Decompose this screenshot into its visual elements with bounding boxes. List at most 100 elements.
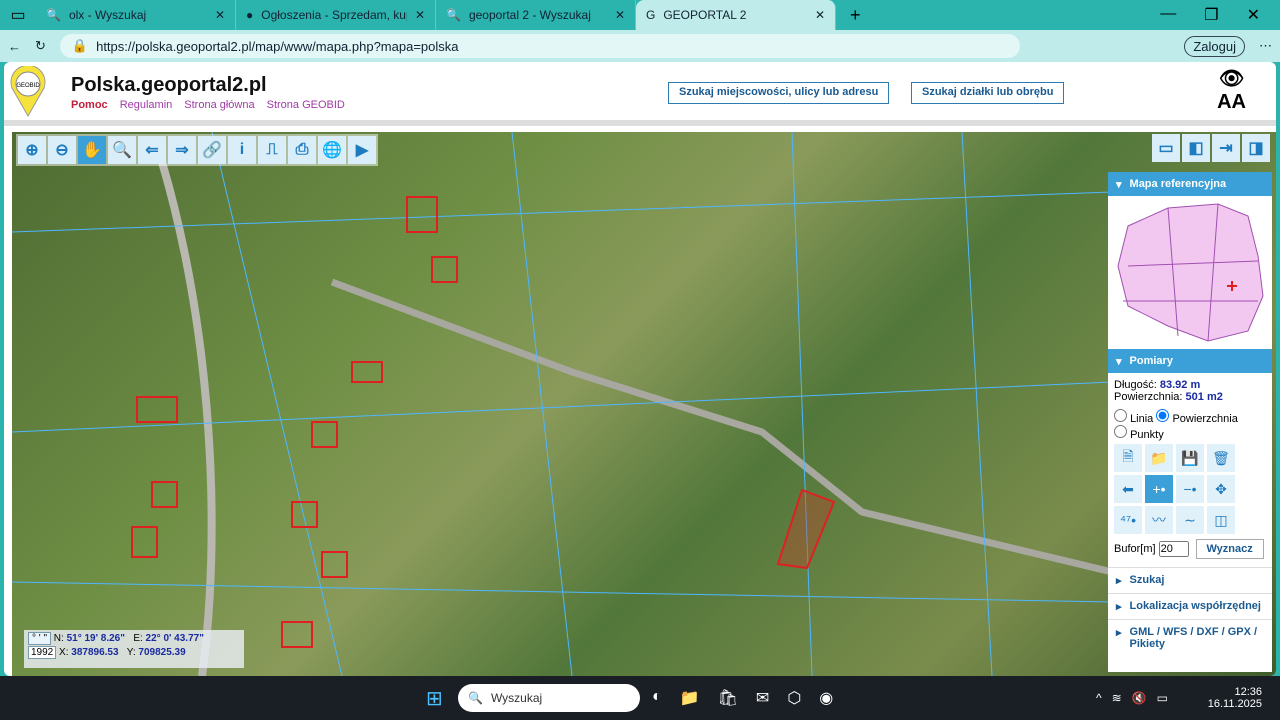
save-icon[interactable]: 💾 <box>1176 444 1204 472</box>
reload-icon[interactable]: ↻ <box>35 38 46 54</box>
buffer-label: Bufor[m] <box>1114 543 1156 555</box>
font-size-button[interactable]: AA <box>1217 91 1246 114</box>
zoom-out-icon[interactable]: ⊖ <box>48 136 76 164</box>
layout-export-icon[interactable]: ⇥ <box>1212 134 1240 162</box>
layout-left-icon[interactable]: ◧ <box>1182 134 1210 162</box>
store-icon[interactable]: 🛍 <box>718 688 738 708</box>
layout-full-icon[interactable]: ▭ <box>1152 134 1180 162</box>
layout-right-icon[interactable]: ◨ <box>1242 134 1270 162</box>
new-tab-icon[interactable]: + <box>850 5 861 26</box>
eye-icon[interactable]: 👁 <box>1217 66 1246 91</box>
system-button[interactable]: 1992 <box>28 646 57 659</box>
layout-toolbar: ▭ ◧ ⇥ ◨ <box>1152 134 1270 162</box>
tab-actions-icon[interactable]: ▭ <box>0 5 36 25</box>
section-gml[interactable]: ▸ GML / WFS / DXF / GPX / Pikiety <box>1108 619 1272 656</box>
tab-ogloszenia[interactable]: ● Ogłoszenia - Sprzedam, kupię na ✕ <box>236 0 436 30</box>
forward-arrow-icon[interactable]: ⇒ <box>168 136 196 164</box>
back-arrow-icon[interactable]: ⇐ <box>138 136 166 164</box>
browser-icon[interactable]: ◉ <box>819 688 833 708</box>
ref-map-header[interactable]: ▾ Mapa referencyjna <box>1108 172 1272 196</box>
pomiary-header[interactable]: ▾ Pomiary <box>1108 349 1272 373</box>
add-point-icon[interactable]: +• <box>1145 475 1173 503</box>
video-icon[interactable]: ▶ <box>348 136 376 164</box>
remove-point-icon[interactable]: −• <box>1176 475 1204 503</box>
section-lokalizacja[interactable]: ▸ Lokalizacja współrzędnej <box>1108 593 1272 619</box>
area-row: Powierzchnia: 501 m2 <box>1108 391 1272 403</box>
maximize-icon[interactable]: ❐ <box>1204 5 1218 25</box>
olx-icon: ● <box>246 8 254 22</box>
polyline-icon[interactable]: 〰 <box>1145 506 1173 534</box>
radio-powierzchnia[interactable]: Powierzchnia <box>1156 409 1238 425</box>
link-pomoc[interactable]: Pomoc <box>71 99 108 111</box>
buffer-input[interactable] <box>1158 541 1189 557</box>
new-file-icon[interactable]: 🗎 <box>1114 444 1142 472</box>
login-button[interactable]: Zaloguj <box>1184 35 1245 57</box>
tab-title: olx - Wyszukaj <box>68 8 147 22</box>
reference-map[interactable] <box>1108 196 1272 346</box>
e-value: 22° 0' 43.77" <box>145 633 204 644</box>
link-regulamin[interactable]: Regulamin <box>120 99 173 111</box>
caret-right-icon: ▸ <box>1116 627 1122 639</box>
zoom-in-icon[interactable]: ⊕ <box>18 136 46 164</box>
caret-right-icon: ▸ <box>1116 575 1122 587</box>
taskbar-search[interactable]: 🔍 Wyszukaj <box>458 684 640 712</box>
print-icon[interactable]: ⎙ <box>288 136 316 164</box>
header-links: Pomoc Regulamin Strona główna Strona GEO… <box>71 99 345 111</box>
search-parcel-button[interactable]: Szukaj działki lub obrębu <box>911 82 1065 104</box>
back-icon[interactable]: ← <box>8 39 21 54</box>
chevron-up-icon[interactable]: ^ <box>1096 691 1102 705</box>
info-icon[interactable]: i <box>228 136 256 164</box>
move-point-icon[interactable]: ✥ <box>1207 475 1235 503</box>
length-value: 83.92 m <box>1159 379 1201 391</box>
wifi-icon[interactable]: ≋ <box>1112 691 1122 705</box>
folder-icon[interactable]: 📁 <box>680 688 700 708</box>
link-icon[interactable]: 🔗 <box>198 136 226 164</box>
pomiary-title: Pomiary <box>1129 355 1173 367</box>
section-szukaj[interactable]: ▸ Szukaj <box>1108 567 1272 593</box>
trash-icon[interactable]: 🗑 <box>1207 444 1235 472</box>
globe-icon[interactable]: 🌐 <box>318 136 346 164</box>
close-icon[interactable]: ✕ <box>215 8 225 22</box>
radio-linia[interactable]: Linia <box>1114 409 1153 425</box>
close-icon[interactable]: ✕ <box>615 8 625 22</box>
format-button[interactable]: ° ' " <box>28 632 52 645</box>
clock[interactable]: 12:36 16.11.2025 <box>1208 686 1262 710</box>
close-icon[interactable]: ✕ <box>815 8 825 22</box>
map-view[interactable]: ⊕ ⊖ ✋ 🔍 ⇐ ⇒ 🔗 i ⎍ ⎙ 🌐 ▶ ▭ ◧ ⇥ ◨ ▾ Mapa referencyjna ▾ Po… <box>12 132 1276 676</box>
windows-start-icon[interactable]: ⊞ <box>426 686 443 711</box>
tab-geoportal-search[interactable]: 🔍 geoportal 2 - Wyszukaj ✕ <box>436 0 636 30</box>
zoom-box-icon[interactable]: 🔍 <box>108 136 136 164</box>
more-icon[interactable]: ⋯ <box>1259 38 1272 54</box>
app-icon[interactable]: ⬡ <box>787 688 801 708</box>
measure-tools: 🗎 📁 💾 🗑 ⬅ +• −• ✥ ⁴⁷• 〰 ∼ ◫ <box>1108 441 1272 537</box>
area-label: Powierzchnia: <box>1114 391 1183 403</box>
edge-icon[interactable]: ◐ <box>652 688 662 708</box>
search-icon: 🔍 <box>46 8 61 22</box>
taskbar: ⊞ 🔍 Wyszukaj ◐ 📁 🛍 ✉ ⬡ ◉ ^ ≋ 🔇 ▭ 12:36 16.11.2025 <box>0 676 1280 720</box>
close-window-icon[interactable]: ✕ <box>1247 5 1260 25</box>
battery-icon[interactable]: ▭ <box>1157 691 1168 705</box>
compute-button[interactable]: Wyznacz <box>1195 539 1264 559</box>
caret-down-icon: ▾ <box>1116 355 1122 368</box>
ruler-icon[interactable]: ⎍ <box>258 136 286 164</box>
tab-geoportal[interactable]: G GEOPORTAL 2 ✕ <box>636 0 836 30</box>
volume-icon[interactable]: 🔇 <box>1132 691 1147 705</box>
geoportal-page: GEOBID Polska.geoportal2.pl Pomoc Regula… <box>4 62 1276 676</box>
minimize-icon[interactable]: — <box>1160 5 1176 25</box>
pan-hand-icon[interactable]: ✋ <box>78 136 106 164</box>
link-strona-glowna[interactable]: Strona główna <box>184 99 254 111</box>
search-address-button[interactable]: Szukaj miejscowości, ulicy lub adresu <box>668 82 890 104</box>
radio-punkty[interactable]: Punkty <box>1114 425 1164 441</box>
open-folder-icon[interactable]: 📁 <box>1145 444 1173 472</box>
point-label-icon[interactable]: ⁴⁷• <box>1114 506 1142 534</box>
tab-title: geoportal 2 - Wyszukaj <box>468 8 591 22</box>
outlook-icon[interactable]: ✉ <box>756 688 769 708</box>
cube-icon[interactable]: ◫ <box>1207 506 1235 534</box>
curve-icon[interactable]: ∼ <box>1176 506 1204 534</box>
undo-arrow-icon[interactable]: ⬅ <box>1114 475 1142 503</box>
tab-olx[interactable]: 🔍 olx - Wyszukaj ✕ <box>36 0 236 30</box>
time: 12:36 <box>1234 686 1262 698</box>
link-strona-geobid[interactable]: Strona GEOBID <box>267 99 345 111</box>
close-icon[interactable]: ✕ <box>415 8 425 22</box>
url-field[interactable]: 🔒 https://polska.geoportal2.pl/map/www/ma… <box>59 34 1020 58</box>
